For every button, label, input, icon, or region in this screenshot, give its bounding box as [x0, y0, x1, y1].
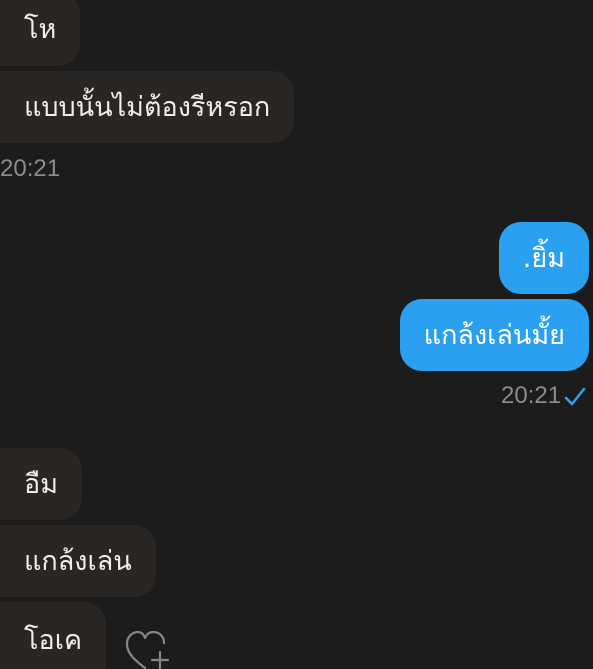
message-text: อืม [24, 468, 59, 500]
check-icon [564, 387, 586, 406]
incoming-message-bubble[interactable]: แบบนั้นไม่ต้องรีหรอก [0, 71, 295, 143]
message-text: .ยิ้ม [522, 242, 565, 274]
incoming-message-bubble[interactable]: แกล้งเล่น [0, 525, 156, 597]
outgoing-message-bubble[interactable]: .ยิ้ม [498, 222, 589, 294]
message-text: แกล้งเล่น [24, 545, 132, 577]
message-text: โอเค [24, 624, 83, 656]
incoming-message-bubble[interactable]: โห [0, 0, 81, 66]
outgoing-message-bubble[interactable]: แกล้งเล่นมั้ย [399, 299, 589, 371]
chat-thread: โห แบบนั้นไม่ต้องรีหรอก 20:21 .ยิ้ม แกล้… [0, 0, 593, 669]
message-text: โห [24, 13, 57, 45]
incoming-message-bubble[interactable]: โอเค [0, 602, 107, 669]
message-text: แกล้งเล่นมั้ย [423, 319, 565, 351]
message-timestamp: 20:21 [501, 382, 562, 409]
heart-add-icon[interactable] [124, 630, 174, 669]
incoming-message-bubble[interactable]: อืม [0, 448, 83, 520]
message-text: แบบนั้นไม่ต้องรีหรอก [24, 91, 271, 123]
message-timestamp: 20:21 [0, 155, 61, 182]
